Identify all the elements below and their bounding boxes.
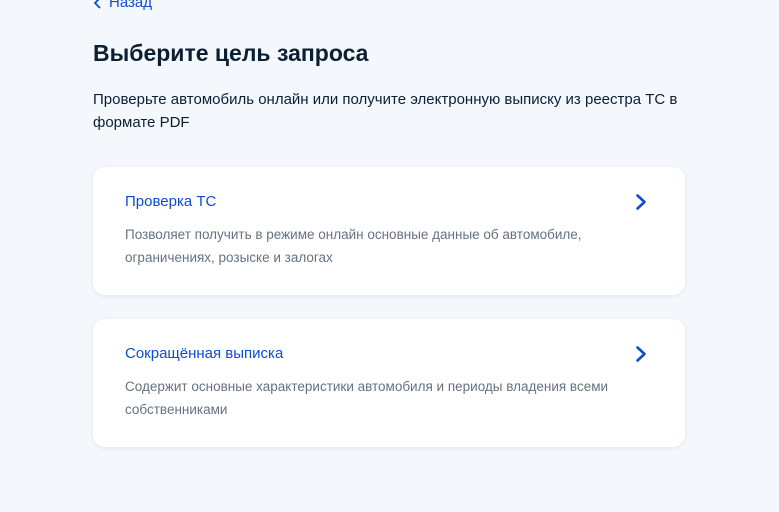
- option-title: Сокращённая выписка: [125, 345, 284, 362]
- page-subtitle: Проверьте автомобиль онлайн или получите…: [93, 91, 678, 131]
- page-title: Выберите цель запроса: [93, 40, 369, 66]
- chevron-right-icon: [636, 346, 646, 362]
- chevron-left-icon: [94, 0, 101, 8]
- back-link-label: Назад: [109, 0, 152, 11]
- chevron-right-icon: [636, 194, 646, 210]
- option-title: Проверка ТС: [125, 193, 217, 210]
- back-link[interactable]: Назад: [93, 0, 152, 11]
- option-description: Содержит основные характеристики автомоб…: [125, 379, 609, 417]
- option-card-short-extract[interactable]: Сокращённая выписка Содержит основные ха…: [93, 319, 685, 447]
- option-description: Позволяет получить в режиме онлайн основ…: [125, 227, 582, 265]
- option-card-vehicle-check[interactable]: Проверка ТС Позволяет получить в режиме …: [93, 167, 685, 295]
